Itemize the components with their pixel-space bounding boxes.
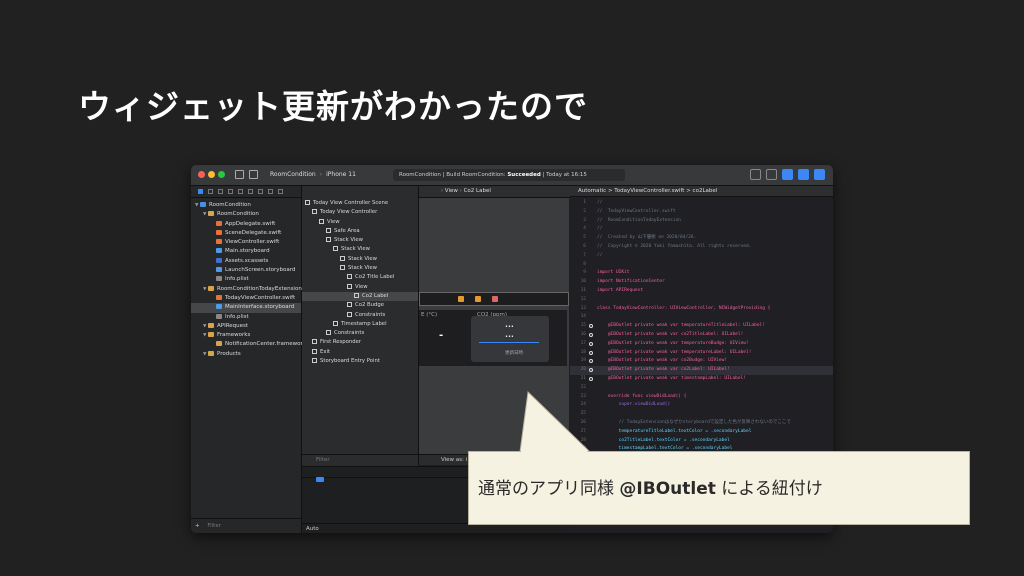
callout-text-bold: @IBOutlet [619, 479, 716, 499]
callout-text: 通常のアプリ同様 @IBOutlet による紐付け [478, 474, 823, 499]
callout-text-before: 通常のアプリ同様 [478, 479, 620, 499]
callout-tail-fill [521, 395, 588, 452]
callout-text-after: による紐付け [715, 479, 823, 499]
